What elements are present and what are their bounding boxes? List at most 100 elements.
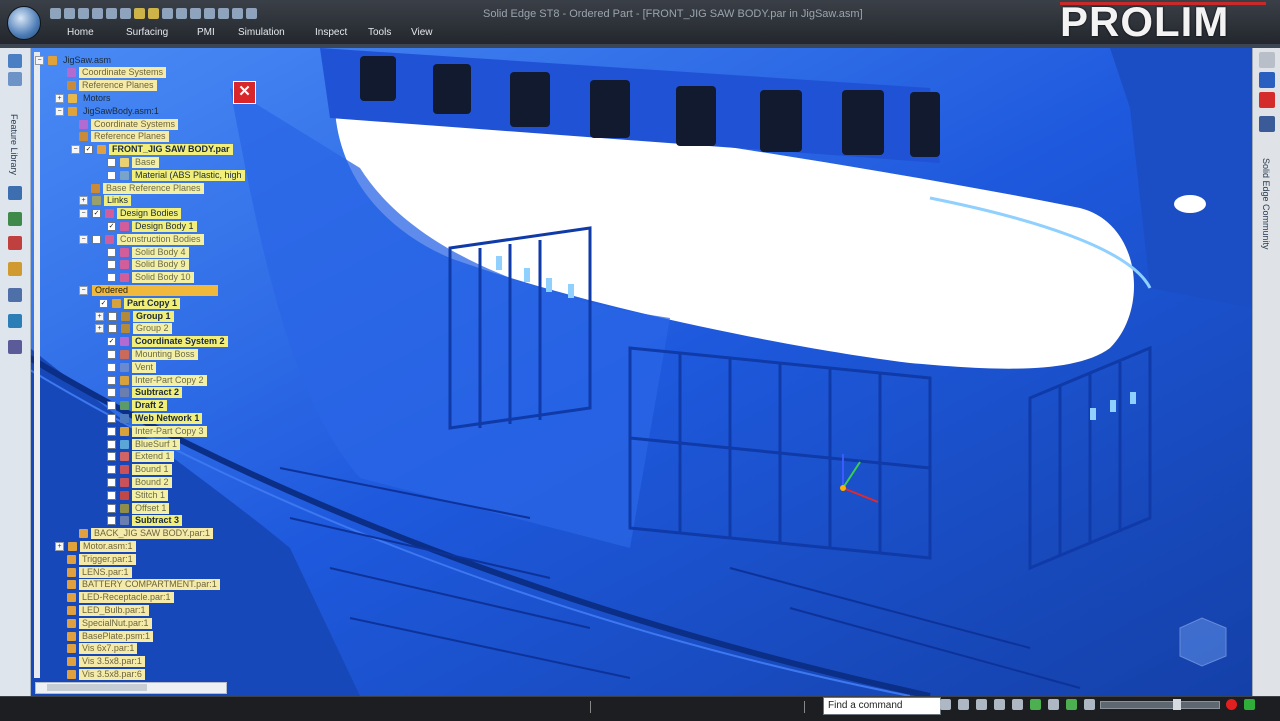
- visibility-checkbox[interactable]: ✓: [107, 221, 116, 231]
- tree-row[interactable]: Solid Body 9: [107, 259, 189, 271]
- tab-pmi[interactable]: PMI: [197, 27, 238, 38]
- tree-row[interactable]: Solid Body 10: [107, 272, 194, 284]
- tree-row[interactable]: Reference Planes: [79, 131, 169, 143]
- visibility-checkbox[interactable]: [107, 362, 116, 372]
- relationships-icon[interactable]: [8, 314, 22, 328]
- visibility-checkbox[interactable]: [107, 413, 116, 423]
- tree-row[interactable]: Subtract 2: [107, 387, 183, 399]
- tab-simulation[interactable]: Simulation: [238, 27, 315, 38]
- tab-view[interactable]: View: [411, 27, 451, 38]
- expand-icon[interactable]: +: [55, 541, 64, 551]
- variables-icon[interactable]: [8, 288, 22, 302]
- view-icon[interactable]: [162, 8, 173, 19]
- youtube-icon[interactable]: [1259, 92, 1275, 108]
- tree-row[interactable]: Material (ABS Plastic, high: [107, 169, 245, 181]
- expand-icon[interactable]: +: [79, 196, 88, 206]
- tree-row[interactable]: + Group 1: [95, 310, 174, 322]
- tree-row[interactable]: BlueSurf 1: [107, 438, 181, 450]
- tree-row[interactable]: + Links: [79, 195, 132, 207]
- tree-row[interactable]: LED_Bulb.par:1: [67, 604, 149, 616]
- tree-horizontal-scrollbar[interactable]: [35, 682, 227, 694]
- tree-row[interactable]: − ✓ Design Bodies: [79, 208, 182, 220]
- tab-surfacing[interactable]: Surfacing: [126, 27, 197, 38]
- view-cube[interactable]: [1179, 617, 1227, 667]
- tree-row[interactable]: Vis 6x7.par:1: [67, 643, 138, 655]
- window-icon[interactable]: [120, 8, 131, 19]
- visibility-checkbox[interactable]: [108, 311, 117, 321]
- zoom-area-icon[interactable]: [958, 699, 969, 710]
- collapse-icon[interactable]: −: [79, 234, 88, 244]
- look-at-face-icon[interactable]: [1066, 699, 1077, 710]
- visibility-checkbox[interactable]: [107, 503, 116, 513]
- tree-row[interactable]: Coordinate Systems: [79, 118, 179, 130]
- visibility-checkbox[interactable]: [107, 477, 116, 487]
- visibility-checkbox[interactable]: [107, 401, 116, 411]
- tree-row[interactable]: Inter-Part Copy 3: [107, 425, 207, 437]
- new-icon[interactable]: [50, 8, 61, 19]
- arc-icon[interactable]: [190, 8, 201, 19]
- tree-row[interactable]: BATTERY COMPARTMENT.par:1: [67, 579, 220, 591]
- tree-row[interactable]: − Construction Bodies: [79, 233, 204, 245]
- tab-inspect[interactable]: Inspect: [315, 27, 368, 38]
- zoom-slider-knob[interactable]: [1173, 699, 1181, 710]
- collapse-icon[interactable]: −: [55, 106, 64, 116]
- tree-row[interactable]: − ✓ FRONT_JIG SAW BODY.par: [71, 144, 233, 156]
- visibility-checkbox[interactable]: [107, 260, 116, 270]
- spin-about-icon[interactable]: [1048, 699, 1059, 710]
- open-icon[interactable]: [64, 8, 75, 19]
- expand-icon[interactable]: +: [95, 324, 104, 334]
- visibility-checkbox[interactable]: [107, 465, 116, 475]
- find-command-input[interactable]: Find a command: [823, 697, 941, 715]
- tree-row[interactable]: Vent: [107, 361, 157, 373]
- save-icon[interactable]: [78, 8, 89, 19]
- command-go-icon[interactable]: [940, 699, 951, 710]
- tree-row[interactable]: Vis 3.5x8.par:1: [67, 656, 145, 668]
- tree-row[interactable]: BACK_JIG SAW BODY.par:1: [79, 528, 214, 540]
- tab-home[interactable]: Home: [56, 27, 126, 38]
- visibility-checkbox[interactable]: [107, 516, 116, 526]
- tree-row[interactable]: Extend 1: [107, 451, 174, 463]
- visibility-checkbox[interactable]: ✓: [99, 298, 108, 308]
- tree-row[interactable]: LED-Receptacle.par:1: [67, 592, 174, 604]
- upload-icon[interactable]: [1244, 699, 1255, 710]
- expand-icon[interactable]: +: [95, 311, 104, 321]
- tree-row[interactable]: Web Network 1: [107, 412, 203, 424]
- dimension-icon[interactable]: [204, 8, 215, 19]
- redo-icon[interactable]: [106, 8, 117, 19]
- tree-row[interactable]: Base: [107, 156, 159, 168]
- tree-row[interactable]: Subtract 3: [107, 515, 183, 527]
- visibility-checkbox[interactable]: [92, 234, 101, 244]
- tree-row[interactable]: Coordinate Systems: [67, 67, 167, 79]
- folder-icon[interactable]: [134, 8, 145, 19]
- close-icon[interactable]: ✕: [233, 81, 256, 104]
- scroll-up-icon[interactable]: [1259, 52, 1275, 68]
- community-tab[interactable]: Solid Edge Community: [1261, 158, 1271, 250]
- visibility-checkbox[interactable]: ✓: [107, 337, 116, 347]
- tab-tools[interactable]: Tools: [368, 27, 411, 38]
- tree-row[interactable]: ✓ Part Copy 1: [99, 297, 181, 309]
- tree-row[interactable]: Inter-Part Copy 2: [107, 374, 207, 386]
- tree-row[interactable]: Offset 1: [107, 502, 170, 514]
- tree-row[interactable]: Trigger.par:1: [67, 553, 136, 565]
- view-orientation-icon[interactable]: [1084, 699, 1095, 710]
- rotate-icon[interactable]: [1030, 699, 1041, 710]
- tree-row[interactable]: LENS.par:1: [67, 566, 132, 578]
- visibility-checkbox[interactable]: [107, 426, 116, 436]
- visibility-checkbox[interactable]: [108, 324, 117, 334]
- library-pin-icon[interactable]: [8, 72, 22, 86]
- visibility-checkbox[interactable]: [107, 170, 116, 180]
- twitter-icon[interactable]: [1259, 72, 1275, 88]
- collapse-icon[interactable]: −: [35, 55, 44, 65]
- expand-icon[interactable]: +: [55, 93, 64, 103]
- tree-row[interactable]: Solid Body 4: [107, 246, 189, 258]
- tree-row[interactable]: Base Reference Planes: [91, 182, 204, 194]
- zoom-icon[interactable]: [976, 699, 987, 710]
- tree-row[interactable]: Bound 2: [107, 476, 172, 488]
- tree-row[interactable]: + Motor.asm:1: [55, 540, 136, 552]
- feature-library-tab[interactable]: Feature Library: [9, 114, 19, 175]
- tree-row[interactable]: + Motors: [55, 92, 114, 104]
- tree-row[interactable]: ✓ Coordinate System 2: [107, 336, 228, 348]
- undo-icon[interactable]: [92, 8, 103, 19]
- visibility-checkbox[interactable]: ✓: [92, 209, 101, 219]
- tree-row[interactable]: BasePlate.psm:1: [67, 630, 154, 642]
